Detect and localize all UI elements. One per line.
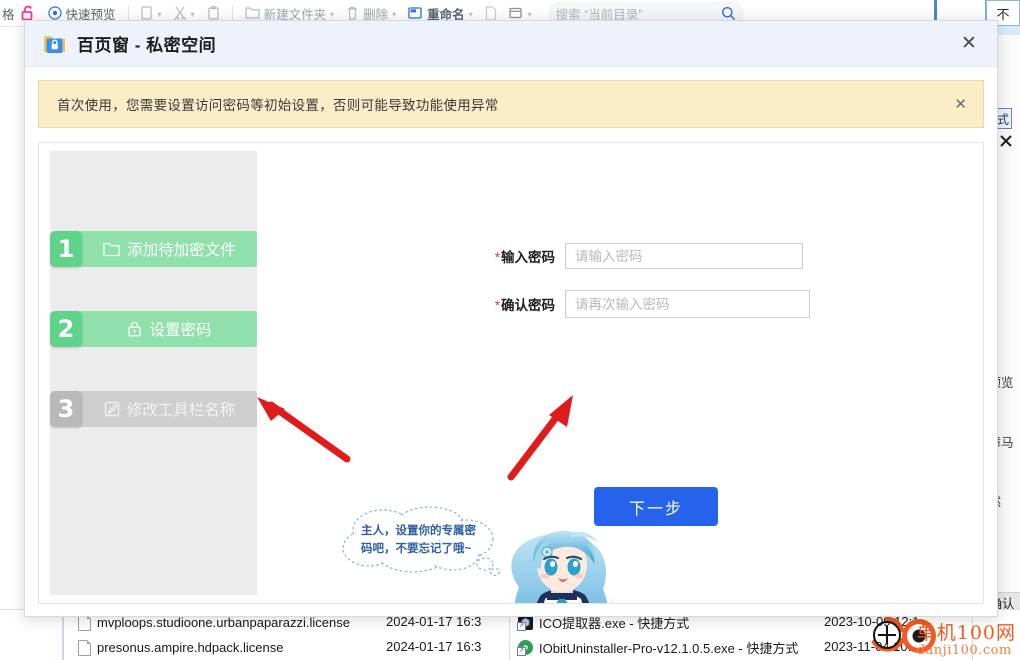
password-form: *输入密码 *确认密码 — [469, 243, 810, 339]
rename-icon — [408, 6, 423, 20]
step-item-add-files[interactable]: 1 添加待加密文件 — [50, 231, 257, 267]
paste-icon — [207, 5, 220, 21]
annotation-arrow-confirm-field — [507, 395, 573, 481]
table-row[interactable]: presonus.ampire.hdpack.license — [78, 635, 368, 660]
watermark-line1: 单机100网 — [916, 622, 1016, 645]
confirm-password-input[interactable] — [565, 290, 810, 318]
file-list-left-accent — [62, 610, 64, 660]
step-item-rename-toolbar[interactable]: 3 修改工具栏名称 — [50, 391, 257, 427]
step-item-set-password[interactable]: 2 设置密码 — [50, 311, 257, 347]
file-name: mvploops.studioone.urbanpaparazzi.licens… — [97, 615, 350, 630]
file-name: presonus.ampire.hdpack.license — [97, 640, 284, 655]
shortcut-arrow-icon: ↗ — [517, 647, 526, 656]
mascot-illustration — [510, 531, 614, 603]
chevron-down-icon[interactable]: ▾ — [191, 10, 195, 19]
required-marker: * — [494, 298, 500, 313]
step-label: 设置密码 — [149, 322, 212, 339]
dialog-title: 百页窗 - 私密空间 — [77, 36, 217, 55]
toolbar-left-fragment: 格 — [2, 7, 15, 22]
required-marker: * — [494, 250, 500, 265]
chevron-down-icon[interactable]: ▾ — [330, 10, 334, 19]
lock-icon — [127, 321, 142, 337]
step-label: 添加待加密文件 — [127, 242, 236, 259]
banner-message: 首次使用，您需要设置访问密码等初始设置，否则可能导致功能使用异常 — [57, 98, 499, 113]
first-use-banner: 首次使用，您需要设置访问密码等初始设置，否则可能导致功能使用异常 ✕ — [38, 80, 984, 128]
step-number: 1 — [50, 231, 82, 267]
step-number: 2 — [50, 311, 82, 347]
confirm-password-label: *确认密码 — [469, 294, 565, 314]
scissors-icon — [174, 6, 187, 21]
private-folder-lock-icon — [43, 32, 66, 55]
step-label: 修改工具栏名称 — [126, 402, 236, 419]
private-space-dialog: 百页窗 - 私密空间 ✕ 首次使用，您需要设置访问密码等初始设置，否则可能导致功… — [24, 20, 998, 617]
cursor-crosshair-icon — [868, 616, 906, 654]
search-icon[interactable] — [721, 6, 736, 21]
chevron-down-icon[interactable]: ▾ — [469, 10, 473, 19]
eye-icon — [47, 6, 62, 20]
edit-icon — [104, 401, 120, 417]
step-bar: 添加待加密文件 — [78, 231, 257, 267]
annotation-arrow-step2 — [257, 397, 351, 463]
confirm-password-label-text: 确认密码 — [501, 298, 555, 313]
folder-icon — [244, 6, 260, 20]
toolbar-divider — [231, 5, 233, 21]
confirm-password-row: *确认密码 — [469, 290, 810, 318]
shortcut-arrow-icon: ↗ — [517, 622, 526, 631]
document-icon — [78, 639, 91, 656]
exe-shortcut-icon: ↗ — [517, 640, 533, 656]
file-name: IObitUninstaller-Pro-v12.1.0.5.exe - 快捷方… — [539, 641, 799, 656]
next-step-button[interactable]: 下一步 — [594, 487, 718, 526]
watermark-line2: danji100.com — [916, 643, 1012, 659]
chevron-down-icon[interactable]: ▾ — [158, 10, 162, 19]
table-row[interactable]: ↗ IObitUninstaller-Pro-v12.1.0.5.exe - 快… — [517, 635, 818, 660]
file-date: 2024-01-17 16:3 — [386, 639, 482, 654]
dialog-content: 1 添加待加密文件 2 设置密码 3 修改工具栏名称 *输入密码 请输入密码 *… — [38, 142, 984, 604]
password-label: *输入密码 — [469, 246, 565, 266]
toolbar-divider — [127, 5, 129, 21]
trash-icon — [346, 6, 359, 21]
chevron-down-icon[interactable]: ▾ — [528, 10, 532, 19]
step-rail: 1 添加待加密文件 2 设置密码 3 修改工具栏名称 — [50, 151, 257, 595]
password-input[interactable] — [565, 243, 803, 269]
bubble-message: 主人，设置你的专属密码吧，不要忘记了哦~ — [361, 525, 476, 555]
dialog-close-button[interactable]: ✕ — [955, 30, 983, 58]
file-list-divider — [509, 610, 510, 660]
password-label-text: 输入密码 — [501, 250, 555, 265]
exe-shortcut-icon: ↗ — [517, 615, 533, 631]
file-list-column-right: ↗ ICO提取器.exe - 快捷方式 ↗ IObitUninstaller-P… — [517, 610, 818, 660]
dialog-titlebar: 百页窗 - 私密空间 ✕ — [25, 21, 997, 67]
properties-icon — [485, 5, 497, 21]
step-bar: 设置密码 — [78, 311, 257, 347]
chevron-down-icon[interactable]: ▾ — [392, 10, 396, 19]
step-bar: 修改工具栏名称 — [78, 391, 257, 427]
view-icon — [509, 6, 524, 20]
copy-icon — [140, 5, 154, 21]
file-list-column-left: mvploops.studioone.urbanpaparazzi.licens… — [78, 610, 368, 660]
close-icon[interactable] — [999, 134, 1013, 148]
password-row: *输入密码 — [469, 243, 810, 269]
banner-close-button[interactable]: ✕ — [950, 95, 971, 113]
watermark: 单机100网 danji100.com — [916, 622, 1016, 659]
step-number: 3 — [50, 391, 82, 427]
folder-icon — [103, 242, 120, 257]
